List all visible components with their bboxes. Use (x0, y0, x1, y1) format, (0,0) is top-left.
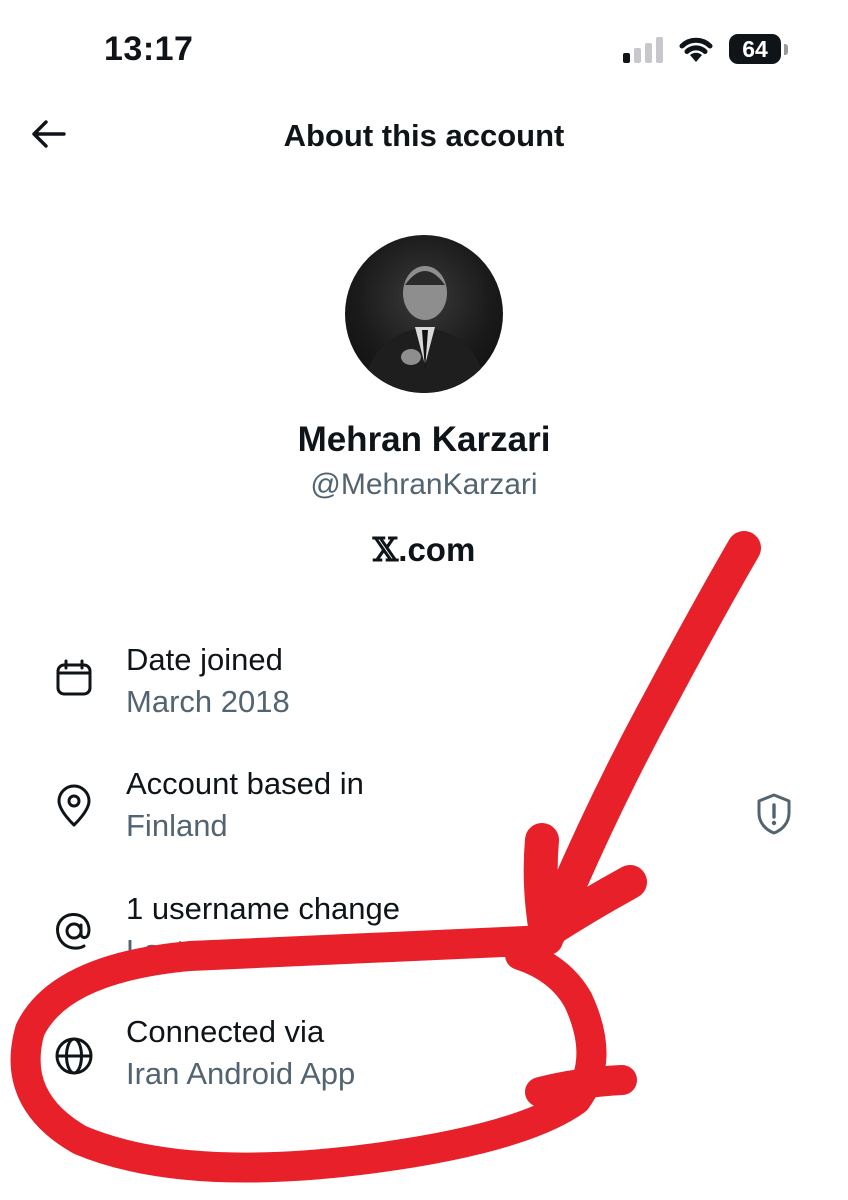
profile-handle: @MehranKarzari (310, 468, 538, 501)
date-joined-label: Date joined (126, 642, 283, 677)
info-row-account-based-in: Account based in Finland (52, 766, 792, 856)
at-sign-icon (52, 909, 96, 953)
username-change-value: Last on March 2018 (126, 933, 401, 968)
shield-alert-icon[interactable] (752, 792, 796, 836)
info-row-connected-via: Connected via Iran Android App (52, 1014, 792, 1104)
profile-name: Mehran Karzari (297, 420, 551, 459)
battery-indicator: 64 (729, 34, 788, 64)
x-logo-icon: 𝕏 (372, 530, 399, 569)
status-indicators: 64 (623, 34, 788, 64)
battery-cap (784, 43, 788, 55)
account-based-in-label: Account based in (126, 766, 364, 801)
username-change-label: 1 username change (126, 891, 401, 926)
profile-site-link[interactable]: 𝕏.com (0, 530, 848, 569)
status-time: 13:17 (104, 30, 194, 68)
connected-via-value: Iran Android App (126, 1056, 356, 1091)
avatar (345, 235, 503, 393)
date-joined-value: March 2018 (126, 684, 290, 719)
globe-icon (52, 1034, 96, 1078)
info-row-username-change: 1 username change Last on March 2018 (52, 891, 792, 981)
calendar-icon (52, 656, 96, 700)
profile-site-suffix: .com (398, 531, 476, 568)
connected-via-label: Connected via (126, 1014, 325, 1049)
cellular-signal-icon (623, 35, 663, 63)
info-row-date-joined: Date joined March 2018 (52, 642, 792, 732)
annotation-arrow-shaft (531, 531, 761, 952)
location-pin-icon (52, 784, 96, 828)
account-based-in-value: Finland (126, 808, 228, 843)
page-title: About this account (283, 118, 565, 153)
wifi-icon (679, 37, 713, 62)
avatar-photo (363, 266, 487, 393)
battery-level: 64 (729, 34, 781, 64)
